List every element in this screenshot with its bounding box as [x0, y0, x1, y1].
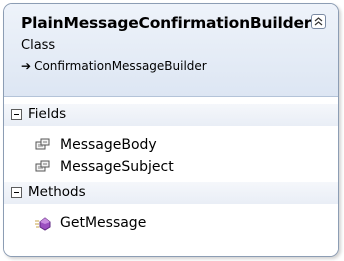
field-item[interactable]: MessageSubject [4, 157, 338, 179]
property-icon [35, 160, 51, 176]
base-class-name: ConfirmationMessageBuilder [34, 59, 207, 73]
methods-section-label: Methods [28, 184, 86, 200]
class-body: Fields MessageBody MessageSubject Method… [4, 97, 338, 256]
double-chevron-up-icon [314, 17, 323, 26]
property-icon [35, 138, 51, 154]
base-class-line: ➔ ConfirmationMessageBuilder [21, 59, 207, 73]
fields-section-label: Fields [28, 106, 67, 122]
fields-section-header[interactable]: Fields [4, 104, 338, 126]
inheritance-arrow-icon: ➔ [21, 59, 32, 73]
field-label: MessageSubject [60, 159, 174, 175]
class-shape[interactable]: PlainMessageConfirmationBuilder Class ➔ C… [3, 3, 339, 257]
field-item[interactable]: MessageBody [4, 135, 338, 157]
methods-section-header[interactable]: Methods [4, 182, 338, 204]
field-label: MessageBody [60, 137, 157, 153]
collapse-toggle-icon[interactable] [11, 109, 22, 120]
class-name: PlainMessageConfirmationBuilder [21, 14, 312, 32]
method-item[interactable]: GetMessage [4, 213, 338, 235]
method-icon [35, 216, 51, 232]
class-stereotype: Class [21, 38, 56, 53]
collapse-toggle-icon[interactable] [11, 187, 22, 198]
class-header: PlainMessageConfirmationBuilder Class ➔ C… [4, 4, 338, 97]
collapse-chevron-button[interactable] [311, 14, 326, 29]
method-label: GetMessage [60, 215, 147, 231]
